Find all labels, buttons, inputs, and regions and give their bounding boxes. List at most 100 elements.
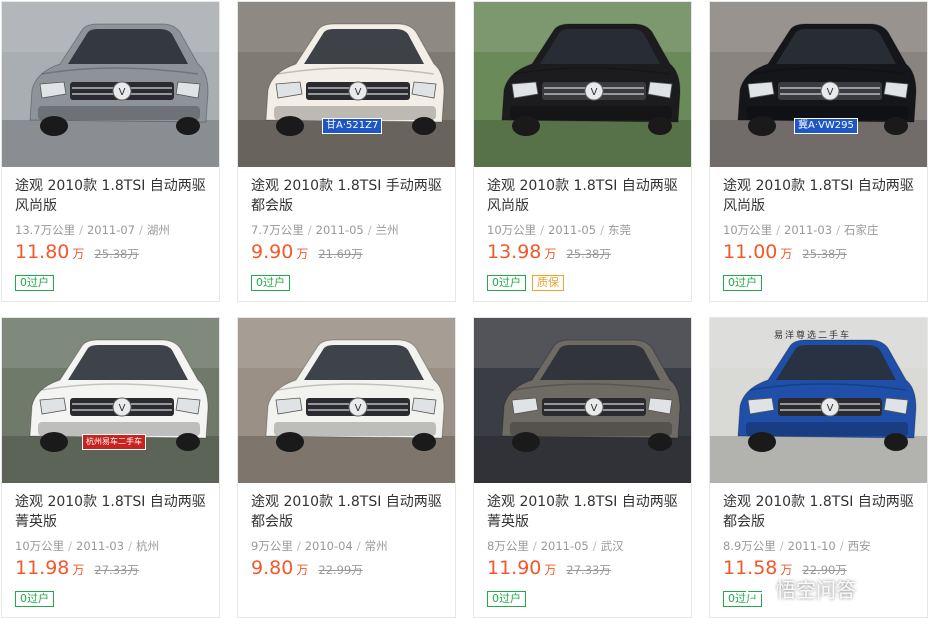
listing-info: 途观 2010款 1.8TSI 自动两驱 风尚版 13.7万公里/2011-07/湖… (15, 176, 211, 291)
car-photo[interactable]: V 甘A·521Z7 (238, 2, 455, 167)
listing-title[interactable]: 途观 2010款 1.8TSI 自动两驱 菁英版 (15, 492, 211, 532)
meta-separator: / (356, 539, 361, 553)
listing-card[interactable]: V 杭州易车二手车 途观 2010款 1.8TSI 自动两驱 菁英版 10万公里/201… (1, 317, 220, 618)
price: 11.98 (15, 557, 70, 579)
price-row: 13.98 万 25.38万 (487, 241, 683, 269)
listing-grid: V 途观 2010款 1.8TSI 自动两驱 风尚版 13.7万公里/2011-07/… (0, 0, 930, 618)
registration-date: 2011-07 (86, 223, 136, 237)
svg-text:V: V (119, 403, 126, 414)
price-unit: 万 (780, 247, 793, 261)
price: 11.00 (723, 241, 778, 263)
registration-date: 2011-05 (315, 223, 364, 237)
listing-card[interactable]: V 途观 2010款 1.8TSI 自动两驱 风尚版 13.7万公里/2011-07/… (1, 1, 220, 302)
listing-meta: 10万公里/2011-05/东莞 (487, 222, 683, 238)
mileage: 7.7万公里 (251, 223, 304, 237)
registration-date: 2011-03 (784, 223, 833, 237)
meta-separator: / (139, 223, 143, 237)
listing-card[interactable]: V 甘A·521Z7 途观 2010款 1.8TSI 手动两驱 都会版 7.7万公里/2… (237, 1, 456, 302)
svg-text:V: V (591, 87, 598, 98)
listing-title[interactable]: 途观 2010款 1.8TSI 自动两驱 风尚版 (15, 176, 211, 216)
tag-list: 0过户 (487, 587, 683, 607)
listing-title[interactable]: 途观 2010款 1.8TSI 自动两驱 都会版 (251, 492, 447, 532)
license-plate: 杭州易车二手车 (82, 434, 146, 450)
meta-separator: / (600, 223, 604, 237)
car-photo[interactable]: V (2, 2, 219, 167)
tag-list: 0过户 (723, 271, 919, 291)
price: 9.80 (251, 557, 294, 579)
listing-info: 途观 2010款 1.8TSI 自动两驱 菁英版 8万公里/2011-05/武汉 11… (487, 492, 683, 607)
city: 湖州 (146, 223, 170, 237)
city: 西安 (847, 539, 871, 553)
meta-separator: / (836, 223, 840, 237)
title-line-2: 菁英版 (487, 514, 529, 530)
meta-separator: / (307, 223, 312, 237)
listing-info: 途观 2010款 1.8TSI 手动两驱 都会版 7.7万公里/2011-05/兰州… (251, 176, 447, 291)
car-photo[interactable]: V 杭州易车二手车 (2, 318, 219, 483)
listing-meta: 7.7万公里/2011-05/兰州 (251, 222, 447, 238)
original-price: 22.99万 (318, 563, 363, 577)
price: 13.98 (487, 241, 542, 263)
original-price: 27.33万 (94, 563, 139, 577)
meta-separator: / (128, 539, 132, 553)
car-photo[interactable]: V (238, 318, 455, 483)
meta-separator: / (532, 539, 537, 553)
listing-card[interactable]: V 冀A·VW295 途观 2010款 1.8TSI 自动两驱 风尚版 10万公里/20… (709, 1, 928, 302)
title-line-2: 都会版 (251, 198, 293, 214)
meta-separator: / (367, 223, 372, 237)
car-photo[interactable]: V (474, 318, 691, 483)
svg-text:V: V (355, 403, 362, 414)
price-row: 11.98 万 27.33万 (15, 557, 211, 585)
car-photo[interactable]: V (474, 2, 691, 167)
listing-title[interactable]: 途观 2010款 1.8TSI 自动两驱 菁英版 (487, 492, 683, 532)
meta-separator: / (779, 539, 784, 553)
svg-text:V: V (827, 87, 834, 98)
listing-info: 途观 2010款 1.8TSI 自动两驱 都会版 9万公里/2010-04/常州 9.… (251, 492, 447, 607)
city: 武汉 (600, 539, 624, 553)
city: 杭州 (135, 539, 159, 553)
registration-date: 2011-03 (76, 539, 125, 553)
price: 11.90 (487, 557, 542, 579)
warranty-tag: 质保 (532, 275, 564, 291)
title-line-2: 菁英版 (15, 514, 57, 530)
price-row: 11.00 万 25.38万 (723, 241, 919, 269)
registration-date: 2011-05 (540, 539, 589, 553)
original-price: 25.38万 (566, 247, 611, 261)
mileage: 10万公里 (723, 223, 773, 237)
listing-title[interactable]: 途观 2010款 1.8TSI 自动两驱 都会版 (723, 492, 919, 532)
original-price: 25.38万 (802, 247, 847, 261)
title-line-1: 途观 2010款 1.8TSI 自动两驱 (15, 494, 206, 510)
transfer-tag: 0过户 (15, 275, 54, 291)
listing-card[interactable]: V 途观 2010款 1.8TSI 自动两驱 菁英版 8万公里/2011-05/武汉 1… (473, 317, 692, 618)
mileage: 9万公里 (251, 539, 293, 553)
listing-card[interactable]: V 途观 2010款 1.8TSI 自动两驱 风尚版 10万公里/2011-05/东莞… (473, 1, 692, 302)
title-line-2: 都会版 (723, 514, 765, 530)
car-photo[interactable]: V 易洋尊选二手车 (710, 318, 927, 483)
meta-separator: / (540, 223, 545, 237)
svg-text:V: V (827, 403, 834, 414)
svg-text:V: V (119, 87, 126, 98)
car-photo[interactable]: V 冀A·VW295 (710, 2, 927, 167)
tag-list: 0过户 质保 (487, 271, 683, 291)
listing-title[interactable]: 途观 2010款 1.8TSI 手动两驱 都会版 (251, 176, 447, 216)
listing-meta: 9万公里/2010-04/常州 (251, 538, 447, 554)
price-unit: 万 (544, 563, 557, 577)
listing-title[interactable]: 途观 2010款 1.8TSI 自动两驱 风尚版 (487, 176, 683, 216)
transfer-tag: 0过户 (723, 275, 762, 291)
title-line-1: 途观 2010款 1.8TSI 自动两驱 (251, 494, 442, 510)
price-unit: 万 (72, 247, 85, 261)
listing-info: 途观 2010款 1.8TSI 自动两驱 风尚版 10万公里/2011-03/石家庄… (723, 176, 919, 291)
original-price: 27.33万 (566, 563, 611, 577)
svg-text:V: V (591, 403, 598, 414)
registration-date: 2010-04 (304, 539, 353, 553)
title-line-1: 途观 2010款 1.8TSI 自动两驱 (487, 494, 678, 510)
price-row: 11.80 万 25.38万 (15, 241, 211, 269)
listing-card[interactable]: V 途观 2010款 1.8TSI 自动两驱 都会版 9万公里/2010-04/常州 9… (237, 317, 456, 618)
mileage: 10万公里 (487, 223, 537, 237)
city: 兰州 (375, 223, 399, 237)
listing-info: 途观 2010款 1.8TSI 自动两驱 风尚版 10万公里/2011-05/东莞 1… (487, 176, 683, 291)
tag-list: 0过户 (251, 271, 447, 291)
city: 常州 (364, 539, 388, 553)
meta-separator: / (776, 223, 781, 237)
transfer-tag: 0过户 (487, 275, 526, 291)
listing-title[interactable]: 途观 2010款 1.8TSI 自动两驱 风尚版 (723, 176, 919, 216)
